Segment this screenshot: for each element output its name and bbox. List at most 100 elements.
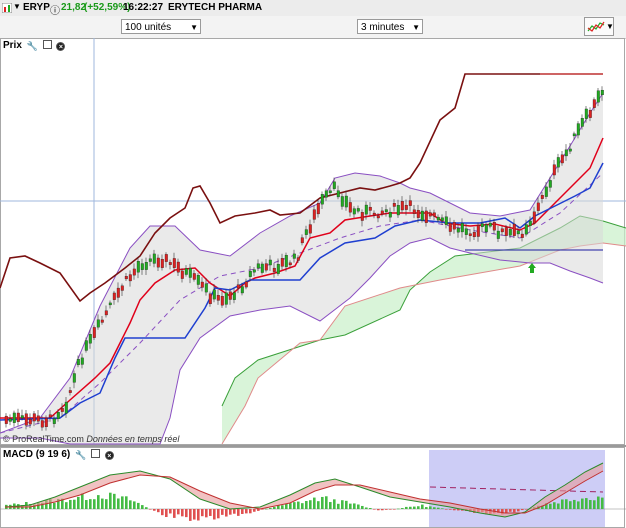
- macd-panel-label: MACD (9 19 6): [3, 449, 71, 460]
- macd-bar-negative: [525, 509, 528, 510]
- window-icon[interactable]: [91, 449, 101, 458]
- macd-bar-negative: [389, 509, 392, 510]
- macd-bar-positive: [401, 508, 404, 509]
- candle-up: [52, 418, 56, 424]
- watermark-brand: © ProRealTime.com: [3, 434, 84, 444]
- candle-up: [224, 292, 228, 305]
- candle-up: [568, 148, 572, 152]
- candle-down: [208, 293, 212, 305]
- macd-bar-positive: [441, 508, 444, 509]
- macd-bar-positive: [293, 502, 296, 509]
- macd-bar-positive: [557, 503, 560, 509]
- candle-up: [148, 258, 152, 262]
- macd-bar-positive: [69, 499, 72, 509]
- close-icon[interactable]: ×: [104, 451, 114, 460]
- macd-bar-positive: [133, 501, 136, 509]
- macd-bar-positive: [117, 498, 120, 509]
- candle-up: [260, 263, 264, 273]
- candle-up: [436, 216, 440, 221]
- macd-bar-positive: [317, 501, 320, 509]
- candle-up: [292, 253, 296, 259]
- info-icon[interactable]: ⓘ: [50, 2, 60, 17]
- macd-bar-positive: [85, 500, 88, 509]
- candle-up: [84, 340, 88, 351]
- macd-bar-positive: [73, 499, 76, 509]
- macd-bar-positive: [553, 502, 556, 509]
- macd-bar-negative: [197, 509, 200, 521]
- macd-bar-negative: [393, 509, 396, 510]
- macd-bar-positive: [421, 504, 424, 509]
- window-icon[interactable]: [42, 40, 52, 49]
- chart-icon[interactable]: [2, 3, 12, 13]
- candle-up: [580, 118, 584, 127]
- macd-bar-negative: [209, 509, 212, 516]
- macd-bar-positive: [353, 503, 356, 509]
- macd-bar-positive: [349, 503, 352, 509]
- candle-up: [88, 334, 92, 344]
- candle-down: [300, 237, 304, 244]
- interval-select[interactable]: 3 minutes ▼: [357, 19, 423, 34]
- candle-down: [156, 257, 160, 268]
- candle-down: [68, 390, 72, 393]
- macd-bar-positive: [105, 499, 108, 509]
- candle-up: [576, 123, 580, 136]
- macd-bar-positive: [145, 507, 148, 509]
- candle-up: [64, 401, 68, 414]
- candle-down: [372, 212, 376, 216]
- candle-down: [164, 254, 168, 262]
- macd-bar-negative: [181, 509, 184, 517]
- candle-up: [248, 271, 252, 277]
- macd-bar-positive: [89, 499, 92, 509]
- candle-up: [144, 262, 148, 270]
- candle-down: [36, 415, 40, 422]
- candle-down: [92, 327, 96, 338]
- macd-bar-negative: [241, 509, 244, 514]
- candle-up: [556, 157, 560, 168]
- candle-up: [528, 220, 532, 226]
- candle-up: [12, 412, 16, 423]
- instrument-name: ERYTECH PHARMA: [168, 2, 263, 13]
- wrench-icon[interactable]: 🔧: [26, 42, 38, 51]
- macd-bar-positive: [97, 495, 100, 509]
- candle-up: [252, 269, 256, 273]
- candle-up: [584, 108, 588, 119]
- macd-bar-negative: [213, 509, 216, 520]
- candle-down: [44, 418, 48, 428]
- candle-down: [452, 222, 456, 230]
- candle-down: [220, 296, 224, 306]
- candle-down: [160, 259, 164, 268]
- candle-down: [408, 200, 412, 206]
- candle-down: [552, 164, 556, 176]
- symbol[interactable]: ERYP: [23, 2, 50, 13]
- candle-up: [332, 181, 336, 189]
- candle-down: [312, 209, 316, 220]
- macd-bar-positive: [369, 508, 372, 509]
- candle-down: [24, 413, 28, 426]
- candle-down: [392, 203, 396, 207]
- candle-up: [464, 228, 468, 235]
- candle-down: [308, 224, 312, 234]
- macd-bar-positive: [589, 500, 592, 509]
- macd-bar-positive: [581, 498, 584, 509]
- macd-bar-positive: [597, 496, 600, 509]
- candle-down: [432, 212, 436, 217]
- candle-down: [288, 262, 292, 266]
- dropdown-icon[interactable]: ▼: [13, 2, 21, 11]
- close-icon[interactable]: ×: [56, 42, 66, 51]
- price-chart[interactable]: [0, 38, 626, 446]
- macd-bar-positive: [53, 502, 56, 509]
- candle-down: [412, 209, 416, 214]
- macd-bar-positive: [357, 504, 360, 509]
- candle-down: [104, 310, 108, 316]
- candle-up: [324, 190, 328, 198]
- wrench-icon[interactable]: 🔧: [75, 451, 87, 460]
- candle-up: [356, 208, 360, 212]
- candle-up: [276, 263, 280, 274]
- candle-down: [264, 263, 268, 271]
- units-select[interactable]: 100 unités ▼: [121, 19, 201, 34]
- candle-down: [32, 413, 36, 422]
- candle-down: [60, 408, 64, 412]
- chevron-down-icon[interactable]: ▼: [606, 22, 614, 31]
- candle-down: [416, 209, 420, 218]
- chevron-down-icon: ▼: [412, 23, 420, 32]
